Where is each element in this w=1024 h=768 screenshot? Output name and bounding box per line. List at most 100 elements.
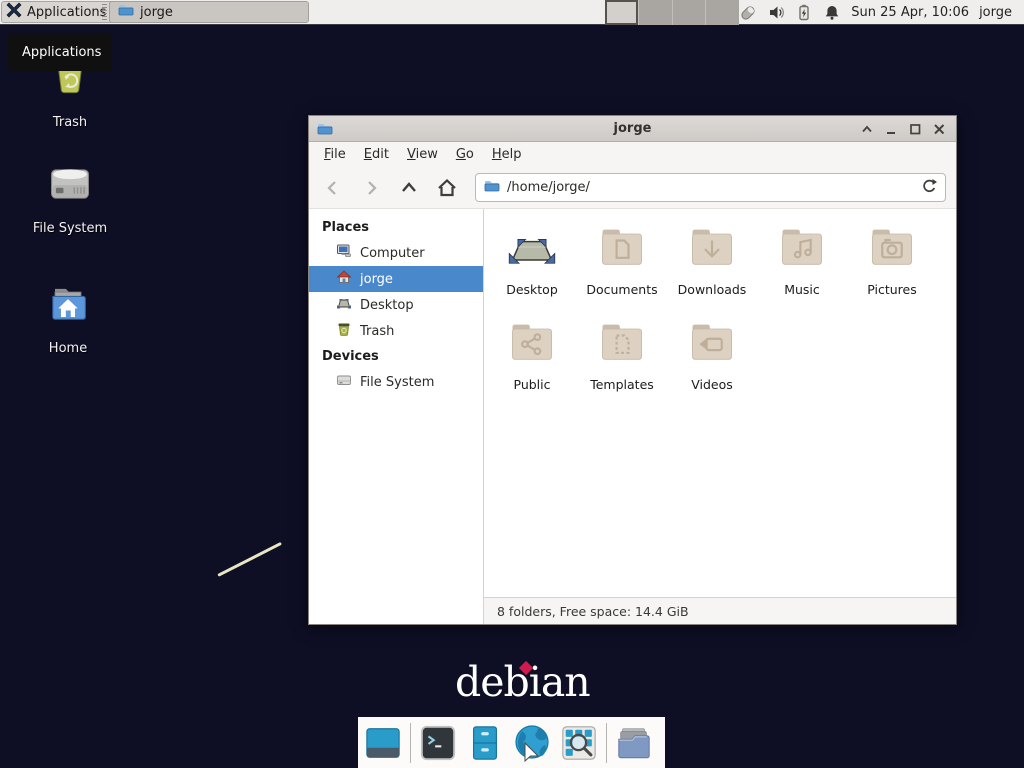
notifications-bell-icon[interactable]: [823, 4, 841, 22]
web-browser-launcher[interactable]: [512, 723, 552, 763]
applications-tooltip-text: Applications: [22, 45, 101, 60]
home-folder-icon: [42, 278, 94, 334]
sidebar-item-computer-label: Computer: [360, 246, 425, 261]
menu-help[interactable]: Help: [483, 144, 531, 165]
folder-item-documents[interactable]: Documents: [577, 221, 667, 316]
sidebar: Places Computer jorge: [309, 209, 484, 624]
applications-menu-button[interactable]: Applications: [1, 1, 114, 23]
file-manager-window: jorge File Edit View Go Help: [308, 115, 957, 625]
up-button[interactable]: [393, 174, 425, 202]
desktop-icon-file-system[interactable]: File System: [24, 158, 116, 236]
location-path[interactable]: /home/jorge/: [507, 180, 914, 195]
workspace-2[interactable]: [639, 0, 673, 25]
minimize-button[interactable]: [882, 120, 900, 138]
volume-icon[interactable]: [767, 4, 785, 22]
folder-item-pictures[interactable]: Pictures: [847, 221, 937, 316]
statusbar: 8 folders, Free space: 14.4 GiB: [484, 597, 956, 624]
debian-logo: debian: [455, 658, 595, 710]
sidebar-item-desktop[interactable]: Desktop: [309, 292, 483, 318]
pictures-folder-icon: [866, 221, 918, 277]
menu-view[interactable]: View: [398, 144, 447, 165]
maximize-button[interactable]: [906, 120, 924, 138]
mouse-tray-icon[interactable]: [739, 4, 757, 22]
location-bar[interactable]: /home/jorge/: [475, 173, 946, 202]
workspace-3[interactable]: [673, 0, 707, 25]
workspace-switcher[interactable]: [605, 0, 739, 25]
desktop: Applications jorge: [0, 0, 1024, 768]
folder-item-downloads[interactable]: Downloads: [667, 221, 757, 316]
folder-item-label: Videos: [691, 377, 733, 392]
home-icon: [336, 269, 352, 289]
menubar: File Edit View Go Help: [309, 142, 956, 167]
folder-icon: [118, 2, 134, 22]
sidebar-item-desktop-label: Desktop: [360, 298, 414, 313]
clock[interactable]: Sun 25 Apr, 10:06: [851, 5, 969, 20]
user-label[interactable]: jorge: [979, 5, 1012, 20]
menu-go[interactable]: Go: [447, 144, 483, 165]
folder-item-label: Public: [514, 377, 551, 392]
sidebar-header-devices: Devices: [309, 344, 483, 369]
folder-item-label: Pictures: [867, 282, 917, 297]
desktop-icon-file-system-label: File System: [33, 221, 107, 236]
window-controls: [858, 116, 948, 142]
home-button[interactable]: [431, 174, 463, 202]
computer-icon: [336, 243, 352, 263]
hard-drive-icon: [44, 158, 96, 214]
folder-item-label: Music: [784, 282, 820, 297]
folder-item-templates[interactable]: Templates: [577, 316, 667, 411]
applications-menu-label: Applications: [27, 5, 106, 20]
toolbar: /home/jorge/: [309, 167, 956, 208]
reload-icon[interactable]: [921, 178, 937, 198]
videos-folder-icon: [686, 316, 738, 372]
close-button[interactable]: [930, 120, 948, 138]
xfce-applications-icon: [6, 2, 22, 22]
panel-grip[interactable]: [102, 4, 107, 21]
top-panel: Applications jorge: [0, 0, 1024, 25]
menu-edit[interactable]: Edit: [355, 144, 398, 165]
folder-item-label: Desktop: [506, 282, 558, 297]
terminal-launcher[interactable]: [418, 723, 458, 763]
dock-separator: [606, 723, 607, 763]
applications-tooltip: Applications: [8, 33, 112, 71]
system-tray: Sun 25 Apr, 10:06 jorge: [739, 0, 1012, 25]
workspace-4[interactable]: [706, 0, 739, 25]
desktop-icon-home[interactable]: Home: [22, 278, 114, 356]
sidebar-item-computer[interactable]: Computer: [309, 240, 483, 266]
sidebar-item-trash[interactable]: Trash: [309, 318, 483, 344]
back-button[interactable]: [317, 174, 349, 202]
taskbar-window-button[interactable]: jorge: [109, 1, 309, 23]
sidebar-item-jorge-label: jorge: [360, 272, 393, 287]
sidebar-item-file-system-label: File System: [360, 375, 434, 390]
battery-icon[interactable]: [795, 4, 813, 22]
folder-item-desktop[interactable]: Desktop: [487, 221, 577, 316]
sidebar-header-places: Places: [309, 215, 483, 240]
sidebar-item-trash-label: Trash: [360, 324, 394, 339]
templates-folder-icon: [596, 316, 648, 372]
shade-button[interactable]: [858, 120, 876, 138]
folder-item-public[interactable]: Public: [487, 316, 577, 411]
desktop-icon-home-label: Home: [49, 341, 87, 356]
statusbar-text: 8 folders, Free space: 14.4 GiB: [497, 604, 689, 619]
downloads-folder-icon: [686, 221, 738, 277]
desktop-icon: [336, 295, 352, 315]
folder-menu-launcher[interactable]: [614, 723, 654, 763]
sidebar-item-file-system[interactable]: File System: [309, 369, 483, 395]
app-finder-launcher[interactable]: [559, 723, 599, 763]
file-manager-launcher[interactable]: [465, 723, 505, 763]
folder-item-videos[interactable]: Videos: [667, 316, 757, 411]
titlebar[interactable]: jorge: [309, 116, 956, 142]
desktop-icon-trash-label: Trash: [53, 115, 87, 130]
menu-file[interactable]: File: [315, 144, 355, 165]
desktop-large-icon: [506, 221, 558, 277]
sidebar-item-jorge[interactable]: jorge: [309, 266, 483, 292]
workspace-1[interactable]: [605, 0, 639, 25]
show-desktop-button[interactable]: [363, 723, 403, 763]
window-body: Places Computer jorge: [309, 208, 956, 624]
folder-grid: Desktop Documents Downloads: [484, 209, 956, 597]
folder-item-music[interactable]: Music: [757, 221, 847, 316]
main-pane: Desktop Documents Downloads: [484, 209, 956, 624]
music-folder-icon: [776, 221, 828, 277]
dock-separator: [410, 723, 411, 763]
forward-button[interactable]: [355, 174, 387, 202]
folder-item-label: Templates: [590, 377, 654, 392]
